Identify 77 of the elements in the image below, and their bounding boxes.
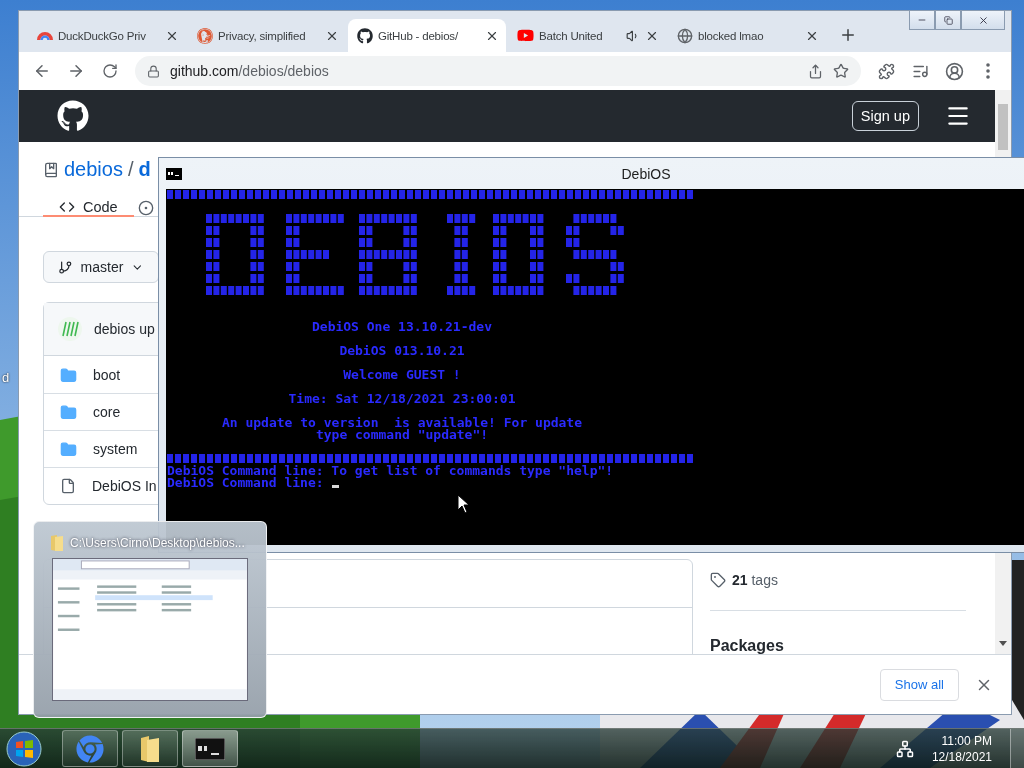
duck-icon: [197, 27, 213, 44]
repo-icon: [43, 161, 59, 178]
tab-title: GitHub - debios/: [378, 29, 458, 42]
window-title: DebiOS: [621, 165, 671, 182]
taskbar-button[interactable]: [122, 730, 178, 767]
plus-icon: [839, 26, 857, 44]
console-text: Time: Sat 12/18/2021 23:00:01: [287, 393, 517, 405]
show-desktop-button[interactable]: [1010, 729, 1024, 768]
repo-name-link[interactable]: d: [138, 158, 151, 181]
console-text: DebiOS One 13.10.21-dev: [311, 321, 493, 333]
code-tab[interactable]: Code: [43, 199, 134, 217]
tags-link[interactable]: 21 tags: [732, 572, 778, 588]
file-icon: [60, 478, 76, 494]
puzzle-icon: [877, 62, 895, 80]
user-icon: [944, 61, 964, 81]
console-prompt: DebiOS Command line: To get list of commands type "help"!: [167, 465, 614, 477]
console-text: An update to version is available! For update: [221, 417, 583, 429]
console-icon: [195, 737, 225, 760]
address-bar[interactable]: github.com/debios/debios: [135, 56, 861, 86]
console-icon: [166, 167, 182, 180]
taskbar-button[interactable]: [182, 730, 238, 767]
avatar-icon: [58, 317, 82, 341]
globe-icon: [677, 27, 693, 44]
folder-icon: [50, 534, 64, 552]
network-icon[interactable]: [895, 739, 914, 758]
folder-icon: [60, 440, 77, 458]
lock-icon: [147, 64, 160, 78]
packages-heading: Packages: [710, 637, 785, 654]
browser-tab[interactable]: DuckDuckGo Priv: [28, 19, 186, 52]
repo-owner-link[interactable]: debios: [64, 158, 123, 181]
tab-title: Batch United: [539, 29, 603, 42]
github-logo-icon[interactable]: [57, 100, 89, 132]
tab-title: Privacy, simplified: [218, 29, 306, 42]
branch-icon: [58, 259, 73, 275]
menu-icon: [986, 63, 990, 79]
show-all-button[interactable]: Show all: [879, 668, 959, 701]
preview-title: C:\Users\Cirno\Desktop\debios...: [70, 536, 245, 550]
console-text: DebiOS 013.10.21: [338, 345, 466, 357]
commit-author: debios up: [94, 321, 155, 337]
browser-tab[interactable]: GitHub - debios/: [348, 19, 506, 52]
folder-icon: [60, 366, 77, 384]
forward-arrow-icon: [67, 62, 85, 80]
file-link[interactable]: system: [93, 441, 138, 457]
folder-icon: [139, 733, 161, 764]
reload-icon: [102, 63, 118, 79]
file-link[interactable]: DebiOS In: [92, 478, 157, 494]
file-link[interactable]: core: [93, 404, 121, 420]
branch-button[interactable]: master: [43, 251, 159, 283]
path-separator: /: [127, 158, 134, 181]
browser-tab[interactable]: blocked lmao: [668, 19, 826, 52]
file-link[interactable]: boot: [93, 367, 121, 383]
folder-icon: [60, 403, 77, 421]
tab-title: DuckDuckGo Priv: [58, 29, 146, 42]
close-icon: [977, 14, 989, 26]
restore-icon: [943, 15, 953, 25]
scrollbar-thumb[interactable]: [998, 104, 1008, 150]
mouse-pointer-icon: [457, 494, 470, 514]
scroll-down-arrow-icon[interactable]: [999, 641, 1007, 646]
desktop-icon-label: d: [2, 370, 10, 385]
start-button[interactable]: [4, 728, 44, 768]
browser-tab[interactable]: Privacy, simplified: [188, 19, 346, 52]
console-text: Welcome GUEST !: [342, 369, 462, 381]
browser-tab[interactable]: Batch United: [508, 19, 666, 52]
tag-icon: [710, 572, 726, 588]
issues-icon[interactable]: [137, 199, 154, 216]
rainbow-icon: [37, 31, 53, 40]
console-prompt: DebiOS Command line:: [167, 477, 324, 489]
restore-button[interactable]: [935, 11, 961, 30]
share-icon[interactable]: [808, 63, 823, 79]
bookmark-star-icon[interactable]: [833, 63, 849, 79]
chrome-icon: [76, 734, 104, 763]
tab-title: blocked lmao: [698, 29, 764, 42]
youtube-icon: [517, 27, 534, 44]
code-icon: [59, 199, 75, 215]
sign-up-button[interactable]: Sign up: [851, 101, 919, 131]
github-icon: [357, 27, 373, 44]
console-text: type command "update"!: [314, 429, 490, 441]
